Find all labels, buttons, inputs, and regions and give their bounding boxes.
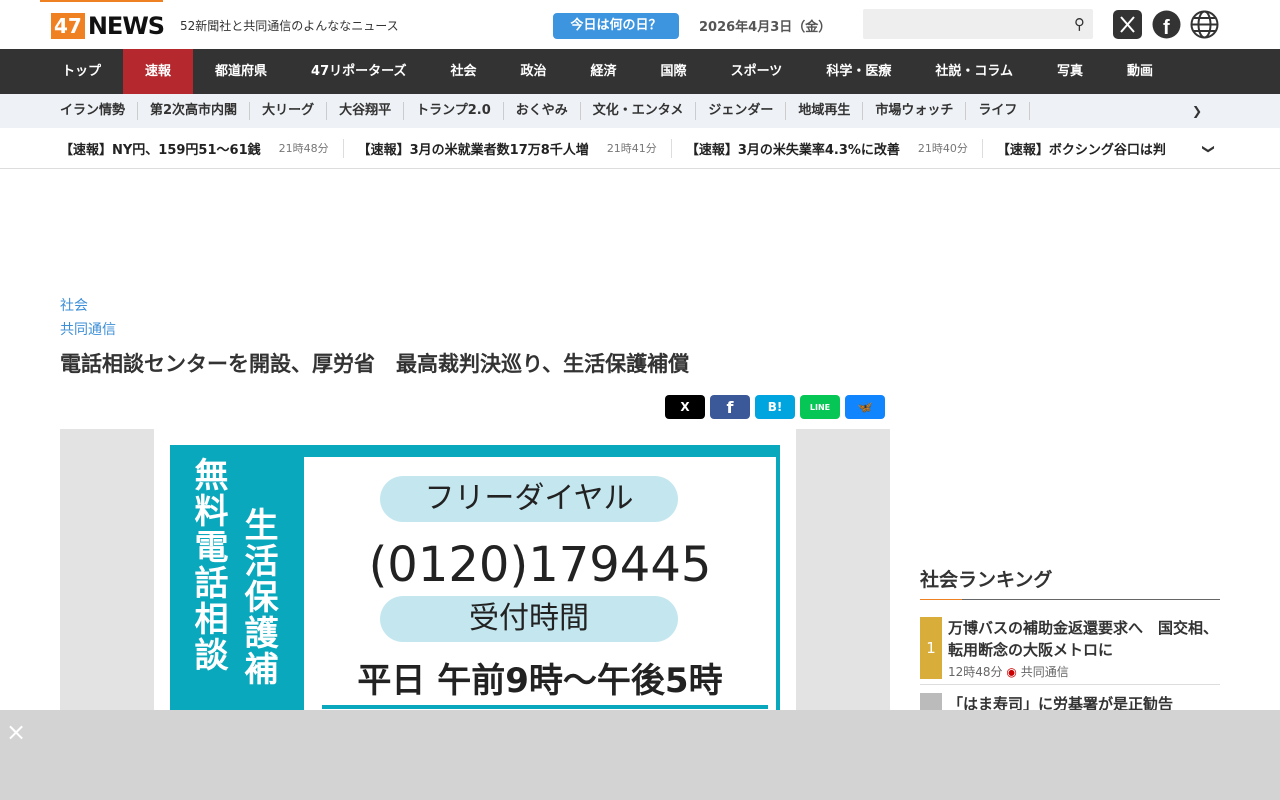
infographic-vertical-text: 生活保護補 xyxy=(238,507,278,687)
ticker-title: 【速報】ボクシング谷口は判 xyxy=(996,142,1166,158)
topic-item[interactable]: 地域再生 xyxy=(786,102,864,120)
nav-economy[interactable]: 経済 xyxy=(569,49,639,94)
share-hatena-button[interactable]: B! xyxy=(755,395,795,419)
nav-sports[interactable]: スポーツ xyxy=(709,49,805,94)
nav-editorial[interactable]: 社説・コラム xyxy=(913,49,1035,94)
ranking-divider xyxy=(920,599,1220,600)
ticker-title: 【速報】NY円、159円51～61銭 xyxy=(60,142,261,158)
article-category[interactable]: 社会 xyxy=(60,295,88,315)
nav-videos[interactable]: 動画 xyxy=(1105,49,1175,94)
topic-item[interactable]: おくやみ xyxy=(504,102,581,120)
topic-item[interactable]: 市場ウォッチ xyxy=(863,102,967,120)
article-title: 電話相談センターを開設、厚労省 最高裁判決巡り、生活保護補償 xyxy=(60,352,690,376)
nav-breaking[interactable]: 速報 xyxy=(123,49,194,94)
ticker-item[interactable]: 【速報】NY円、159円51～61銭 21時48分 xyxy=(60,138,344,158)
article-source[interactable]: 共同通信 xyxy=(60,319,116,339)
chevron-down-icon[interactable]: ❯ xyxy=(1201,139,1216,155)
topic-item[interactable]: 文化・エンタメ xyxy=(581,102,697,120)
ticker-title: 【速報】3月の米就業者数17万8千人増 xyxy=(357,142,589,158)
infographic-label: 受付時間 xyxy=(380,596,678,642)
nav-photos[interactable]: 写真 xyxy=(1035,49,1105,94)
close-icon[interactable]: × xyxy=(6,718,26,746)
infographic-panel: 無料電話相談 生活保護補 フリーダイヤル (0120)179445 受付時間 平… xyxy=(170,445,780,727)
tagline: 52新聞社と共同通信のよんななニュース xyxy=(180,19,399,33)
share-line-button[interactable]: LINE xyxy=(800,395,840,419)
current-date: 2026年4月3日（金） xyxy=(699,20,832,35)
kyodo-logo-icon: ◉ xyxy=(1006,665,1017,679)
globe-icon[interactable] xyxy=(1190,10,1219,39)
svg-text:f: f xyxy=(1163,17,1170,39)
breaking-ticker: 【速報】NY円、159円51～61銭 21時48分 【速報】3月の米就業者数17万… xyxy=(0,128,1280,169)
logo-word: NEWS xyxy=(87,12,165,40)
logo-number: 47 xyxy=(51,13,85,39)
ticker-item[interactable]: 【速報】ボクシング谷口は判 xyxy=(997,139,1180,158)
site-header: 47 NEWS 52新聞社と共同通信のよんななニュース 今日は何の日？ 2026年… xyxy=(0,0,1280,49)
today-button[interactable]: 今日は何の日？ xyxy=(553,13,679,39)
share-bluesky-button[interactable]: 🦋 xyxy=(845,395,885,419)
topic-item[interactable]: イラン情勢 xyxy=(48,102,139,120)
infographic-label: フリーダイヤル xyxy=(380,476,678,522)
ranking-item-title: 万博バスの補助金返還要求へ 国交相、転用断念の大阪メトロに xyxy=(948,619,1219,659)
nav-reporters[interactable]: 47リポーターズ xyxy=(289,49,428,94)
site-logo[interactable]: 47 NEWS xyxy=(51,12,165,40)
search-input[interactable]: ⚲ xyxy=(863,9,1093,39)
infographic-details: フリーダイヤル (0120)179445 受付時間 平日 午前9時～午後5時 xyxy=(304,457,776,727)
infographic-hours: 平日 午前9時～午後5時 xyxy=(357,661,723,701)
rank-number: 1 xyxy=(920,617,942,679)
ranking-item-time: 12時48分 xyxy=(948,665,1003,679)
facebook-icon[interactable]: f xyxy=(1152,10,1181,39)
ranking-title: 社会ランキング xyxy=(920,569,1053,591)
logo-accent xyxy=(40,0,163,2)
ticker-time: 21時48分 xyxy=(278,142,329,155)
topic-item[interactable]: 大リーグ xyxy=(250,102,328,120)
infographic-vertical-text: 無料電話相談 xyxy=(188,457,228,673)
infographic-phone: (0120)179445 xyxy=(368,537,712,593)
chevron-down-icon[interactable]: ❯ xyxy=(1180,102,1214,120)
topic-item[interactable]: ライフ xyxy=(966,102,1031,120)
nav-prefectures[interactable]: 都道府県 xyxy=(193,49,289,94)
nav-society[interactable]: 社会 xyxy=(429,49,499,94)
nav-science[interactable]: 科学・医療 xyxy=(804,49,913,94)
ranking-item[interactable]: 1 万博バスの補助金返還要求へ 国交相、転用断念の大阪メトロに 12時48分 ◉… xyxy=(920,617,1220,685)
ranking-item-meta: 12時48分 ◉ 共同通信 xyxy=(948,663,1069,680)
ticker-item[interactable]: 【速報】3月の米失業率4.3%に改善 21時40分 xyxy=(685,138,983,158)
ticker-title: 【速報】3月の米失業率4.3%に改善 xyxy=(685,142,900,158)
nav-world[interactable]: 国際 xyxy=(639,49,709,94)
ticker-item[interactable]: 【速報】3月の米就業者数17万8千人増 21時41分 xyxy=(357,138,672,158)
nav-top[interactable]: トップ xyxy=(40,49,123,94)
topic-item[interactable]: 大谷翔平 xyxy=(327,102,405,120)
x-icon[interactable] xyxy=(1113,10,1142,39)
search-icon[interactable]: ⚲ xyxy=(1074,15,1085,33)
infographic: 無料電話相談 生活保護補 フリーダイヤル (0120)179445 受付時間 平… xyxy=(154,429,796,727)
share-facebook-button[interactable]: f xyxy=(710,395,750,419)
ad-banner: × xyxy=(0,710,1280,800)
ticker-time: 21時40分 xyxy=(917,142,968,155)
topic-nav: イラン情勢 第2次高市内閣 大リーグ 大谷翔平 トランプ2.0 おくやみ 文化・… xyxy=(0,94,1280,128)
ticker-time: 21時41分 xyxy=(606,142,657,155)
nav-politics[interactable]: 政治 xyxy=(499,49,569,94)
main-nav: トップ 速報 都道府県 47リポーターズ 社会 政治 経済 国際 スポーツ 科学… xyxy=(0,49,1280,94)
topic-item[interactable]: 第2次高市内閣 xyxy=(138,102,251,120)
topic-item[interactable]: トランプ2.0 xyxy=(404,102,504,120)
article-photo[interactable]: 無料電話相談 生活保護補 フリーダイヤル (0120)179445 受付時間 平… xyxy=(60,429,890,727)
share-x-button[interactable]: X xyxy=(665,395,705,419)
ranking-item-source: 共同通信 xyxy=(1020,665,1069,679)
topic-item[interactable]: ジェンダー xyxy=(696,102,787,120)
divider xyxy=(322,705,768,709)
